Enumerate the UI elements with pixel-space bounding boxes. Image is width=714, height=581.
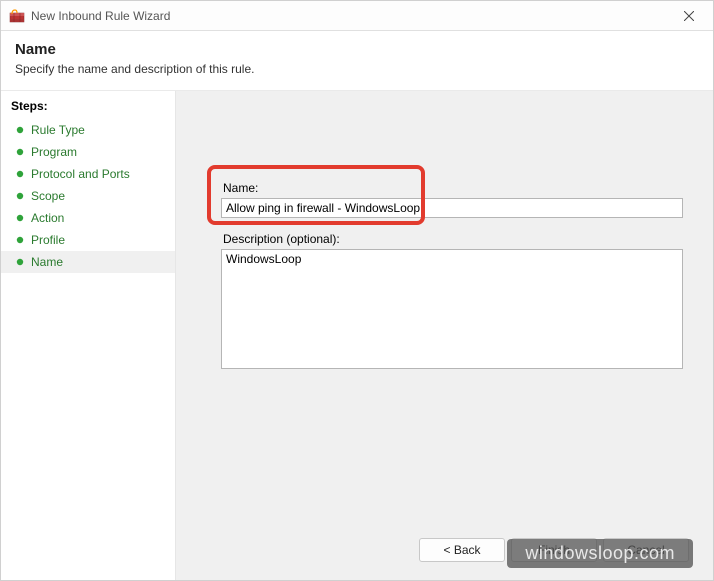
step-label: Program xyxy=(31,145,77,159)
wizard-header: Name Specify the name and description of… xyxy=(1,31,713,91)
description-input[interactable] xyxy=(221,249,683,369)
step-label: Profile xyxy=(31,233,65,247)
step-rule-type[interactable]: Rule Type xyxy=(1,119,175,141)
button-row: < Back Finish Cancel xyxy=(419,538,689,562)
step-program[interactable]: Program xyxy=(1,141,175,163)
step-protocol-and-ports[interactable]: Protocol and Ports xyxy=(1,163,175,185)
bullet-icon xyxy=(15,125,25,135)
back-button[interactable]: < Back xyxy=(419,538,505,562)
step-label: Rule Type xyxy=(31,123,85,137)
description-group: Description (optional): xyxy=(221,232,683,372)
step-action[interactable]: Action xyxy=(1,207,175,229)
page-subtitle: Specify the name and description of this… xyxy=(15,62,699,76)
name-input[interactable] xyxy=(221,198,683,218)
wizard-body: Steps: Rule Type Program Protocol and Po… xyxy=(1,91,713,580)
name-group: Name: xyxy=(221,181,683,218)
bullet-icon xyxy=(15,257,25,267)
step-label: Name xyxy=(31,255,63,269)
bullet-icon xyxy=(15,191,25,201)
bullet-icon xyxy=(15,147,25,157)
wizard-window: New Inbound Rule Wizard Name Specify the… xyxy=(0,0,714,581)
step-scope[interactable]: Scope xyxy=(1,185,175,207)
window-title: New Inbound Rule Wizard xyxy=(31,9,669,23)
firewall-icon xyxy=(9,8,25,24)
steps-sidebar: Steps: Rule Type Program Protocol and Po… xyxy=(1,91,176,580)
name-label: Name: xyxy=(223,181,683,195)
step-label: Scope xyxy=(31,189,65,203)
titlebar: New Inbound Rule Wizard xyxy=(1,1,713,31)
step-label: Protocol and Ports xyxy=(31,167,130,181)
close-button[interactable] xyxy=(669,2,709,30)
step-name[interactable]: Name xyxy=(1,251,175,273)
finish-button[interactable]: Finish xyxy=(511,538,597,562)
bullet-icon xyxy=(15,213,25,223)
steps-heading: Steps: xyxy=(1,97,175,119)
description-label: Description (optional): xyxy=(223,232,683,246)
bullet-icon xyxy=(15,169,25,179)
bullet-icon xyxy=(15,235,25,245)
step-label: Action xyxy=(31,211,64,225)
step-profile[interactable]: Profile xyxy=(1,229,175,251)
form-area: Name: Description (optional): xyxy=(221,181,683,372)
content-pane: Name: Description (optional): < Back Fin… xyxy=(176,91,713,580)
cancel-button[interactable]: Cancel xyxy=(603,538,689,562)
page-title: Name xyxy=(15,41,699,58)
close-icon xyxy=(684,11,694,21)
